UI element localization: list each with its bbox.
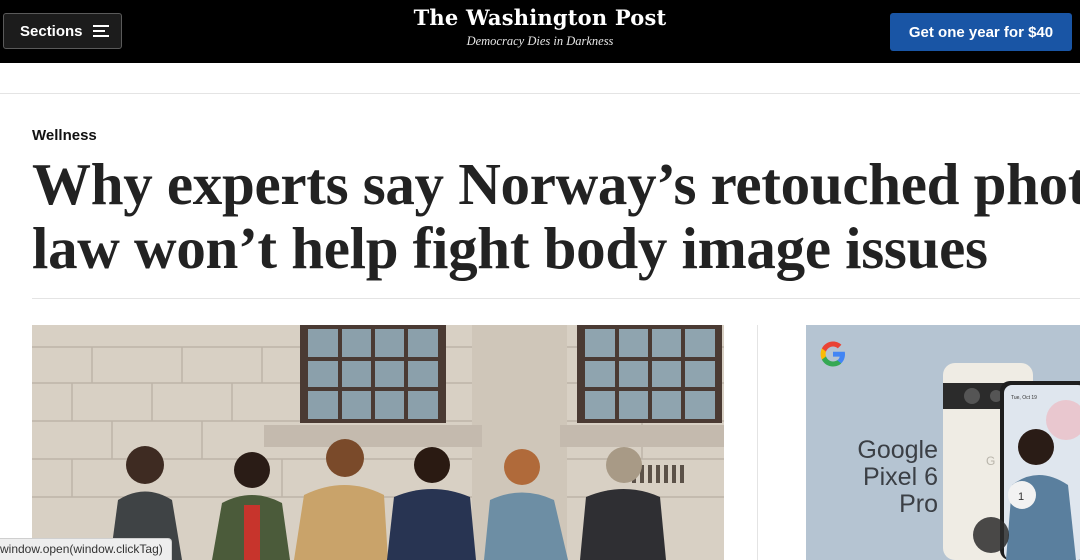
hamburger-menu-icon: [92, 25, 109, 37]
phone-date-text: Tue, Oct 19: [1011, 395, 1037, 401]
google-pixel-ad[interactable]: G 1 Google Pixel 6 Pro Tue, Oct 19: [806, 325, 1080, 560]
article-headline: Why experts say Norway’s retouched photo…: [32, 152, 1080, 280]
ad-product-name: Google Pixel 6 Pro: [822, 437, 938, 518]
google-g-icon: [820, 341, 845, 367]
ad-brand-text: Google: [857, 436, 938, 464]
sections-button-label: Sections: [20, 22, 83, 40]
washington-post-logo[interactable]: The Washington Post: [414, 5, 667, 30]
lead-article-photo: [32, 325, 724, 560]
column-divider: [757, 325, 758, 560]
sections-menu-button[interactable]: Sections: [3, 13, 122, 49]
headline-line-1: Why experts say Norway’s retouched photo: [32, 151, 1080, 217]
section-kicker-link[interactable]: Wellness: [32, 127, 97, 144]
svg-text:1: 1: [1018, 491, 1024, 503]
top-navigation-bar: Sections The Washington Post Democracy D…: [0, 0, 1080, 63]
subscribe-button[interactable]: Get one year for $40: [890, 13, 1072, 51]
header-divider: [0, 93, 1080, 94]
headline-divider: [32, 298, 1080, 299]
teenagers-on-phones-photo: [32, 325, 724, 560]
headline-line-2: law won’t help fight body image issues: [32, 215, 988, 281]
link-status-tooltip: window.open(window.clickTag): [0, 538, 172, 560]
ad-model-text: Pixel 6 Pro: [862, 463, 938, 518]
svg-text:G: G: [986, 454, 995, 468]
